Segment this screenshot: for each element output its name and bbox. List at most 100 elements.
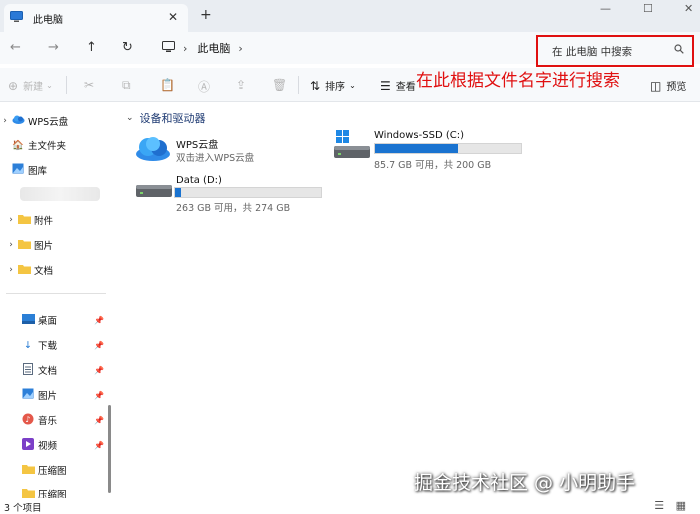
chevron-right-icon[interactable]: › [6, 240, 16, 250]
drive-subtitle: 263 GB 可用，共 274 GB [176, 203, 291, 214]
storage-usage-fill [175, 188, 181, 197]
drive-windows-ssd-c[interactable]: Windows-SSD (C:) 85.7 GB 可用，共 200 GB [332, 128, 532, 172]
download-icon: ↓ [24, 339, 32, 351]
drive-name: Data (D:) [176, 175, 222, 186]
view-label: 查看 [395, 82, 416, 93]
sidebar-scrollbar[interactable] [108, 405, 111, 493]
details-view-icon[interactable]: ☰ [654, 499, 664, 512]
gallery-icon [10, 163, 26, 177]
drive-data-d[interactable]: Data (D:) 263 GB 可用，共 274 GB [134, 173, 334, 215]
new-tab-button[interactable]: + [200, 7, 212, 23]
maximize-button[interactable]: ☐ [643, 2, 653, 15]
delete-button[interactable]: 🗑 [272, 78, 292, 92]
sidebar-item-videos[interactable]: 视频 📌 [0, 435, 112, 455]
new-button[interactable]: ⊕ 新建 ⌄ [8, 78, 53, 94]
chevron-down-icon: ⌄ [126, 113, 134, 123]
sort-button[interactable]: ⇅ 排序 ⌄ [310, 78, 356, 94]
copy-icon: ⧉ [122, 78, 131, 92]
cloud-icon [10, 115, 26, 127]
rename-button[interactable]: Ⓐ [198, 78, 215, 95]
svg-text:♪: ♪ [25, 415, 30, 424]
preview-button[interactable]: ◫ 预览 [650, 78, 686, 94]
refresh-button[interactable]: ↻ [122, 40, 133, 55]
forward-button[interactable]: → [48, 40, 59, 55]
paste-button[interactable]: 📋 [160, 78, 180, 92]
sidebar-item-label: 图片 [38, 391, 58, 402]
sidebar-item-label: WPS云盘 [28, 117, 69, 128]
desktop-icon [20, 313, 36, 327]
chevron-right-icon[interactable]: › [238, 42, 242, 55]
close-window-button[interactable]: ✕ [684, 2, 693, 15]
divider [66, 76, 67, 94]
share-icon: ⇪ [236, 78, 247, 92]
sidebar-item-documents[interactable]: 文档 📌 [0, 360, 112, 380]
copy-button[interactable]: ⧉ [122, 78, 136, 93]
back-button[interactable]: ← [10, 40, 21, 55]
video-icon [20, 437, 36, 453]
sidebar-item-label: 压缩图 [38, 466, 67, 477]
share-button[interactable]: ⇪ [236, 78, 251, 92]
sidebar-item-pictures[interactable]: 图片 📌 [0, 385, 112, 405]
drive-subtitle: 85.7 GB 可用，共 200 GB [374, 160, 492, 171]
pin-icon[interactable]: 📌 [94, 341, 104, 350]
tab-title: 此电脑 [33, 14, 63, 26]
cut-button[interactable]: ✂ [84, 78, 99, 92]
sidebar-item-label: 下载 [38, 341, 58, 352]
storage-usage-bar [174, 187, 322, 198]
sidebar-item-downloads[interactable]: ↓ 下载 📌 [0, 335, 112, 355]
view-list-icon: ☰ [380, 78, 391, 93]
view-button[interactable]: ☰ 查看 [380, 78, 416, 94]
sidebar-item-desktop[interactable]: 桌面 📌 [0, 310, 112, 330]
sidebar-item-label: 视频 [38, 441, 58, 452]
item-count: 3 个项目 [4, 503, 42, 514]
up-button[interactable]: ↑ [86, 40, 97, 55]
sidebar-item-label: 文档 [38, 366, 58, 377]
plus-circle-icon: ⊕ [8, 78, 19, 93]
sidebar-item-compressed-1[interactable]: 压缩图 [0, 460, 112, 480]
address-bar[interactable]: › 此电脑 › [154, 35, 534, 61]
breadcrumb-this-pc[interactable]: 此电脑 [197, 40, 230, 56]
navigation-pane: › WPS云盘 🏠 主文件夹 图库 › 附件 › 图片 › 文档 桌面 📌 ↓ … [0, 103, 118, 501]
computer-icon [162, 40, 175, 56]
section-devices-and-drives[interactable]: ⌄ 设备和驱动器 [126, 110, 206, 126]
sidebar-item-documents-folder[interactable]: › 文档 [0, 260, 112, 280]
chevron-right-icon[interactable]: › [6, 215, 16, 225]
drive-icon [136, 183, 172, 202]
sidebar-item-attachments[interactable]: › 附件 [0, 210, 112, 230]
pin-icon[interactable]: 📌 [94, 441, 104, 450]
pin-icon[interactable]: 📌 [94, 316, 104, 325]
chevron-down-icon: ⌄ [46, 81, 53, 90]
search-input[interactable]: 在 此电脑 中搜索 [536, 35, 694, 67]
tab-this-pc[interactable]: 此电脑 ✕ [4, 4, 188, 32]
sidebar-item-label: 图库 [28, 166, 48, 177]
storage-usage-fill [375, 144, 459, 153]
folder-icon [16, 264, 32, 277]
drive-wps-cloud[interactable]: WPS云盘 双击进入WPS云盘 [134, 132, 324, 168]
view-toggle[interactable]: ☰ ▦ [654, 499, 686, 512]
sidebar-item-label: 图片 [34, 241, 54, 252]
sidebar-item-home[interactable]: 🏠 主文件夹 [0, 135, 112, 155]
sidebar-item-pictures-folder[interactable]: › 图片 [0, 235, 112, 255]
close-tab-icon[interactable]: ✕ [168, 10, 178, 24]
sidebar-item-label: 主文件夹 [28, 141, 67, 152]
divider [298, 76, 299, 94]
blurred-item [20, 187, 100, 201]
tiles-view-icon[interactable]: ▦ [676, 499, 686, 512]
chevron-right-icon[interactable]: › [0, 116, 10, 126]
pin-icon[interactable]: 📌 [94, 391, 104, 400]
pin-icon[interactable]: 📌 [94, 366, 104, 375]
search-icon [674, 44, 684, 57]
sidebar-item-music[interactable]: ♪ 音乐 📌 [0, 410, 112, 430]
music-icon: ♪ [20, 413, 36, 428]
sidebar-item-wps-cloud[interactable]: › WPS云盘 [0, 111, 112, 131]
sidebar-item-gallery[interactable]: 图库 [0, 160, 112, 180]
divider [6, 293, 106, 294]
chevron-right-icon[interactable]: › [6, 265, 16, 275]
status-bar: 3 个项目 ☰ ▦ [0, 498, 700, 514]
drive-name: Windows-SSD (C:) [374, 130, 464, 141]
folder-icon [16, 239, 32, 252]
home-icon: 🏠 [12, 139, 24, 151]
minimize-button[interactable]: — [600, 2, 611, 15]
watermark: 掘金技术社区 @ 小明助手 [414, 472, 636, 494]
pin-icon[interactable]: 📌 [94, 416, 104, 425]
